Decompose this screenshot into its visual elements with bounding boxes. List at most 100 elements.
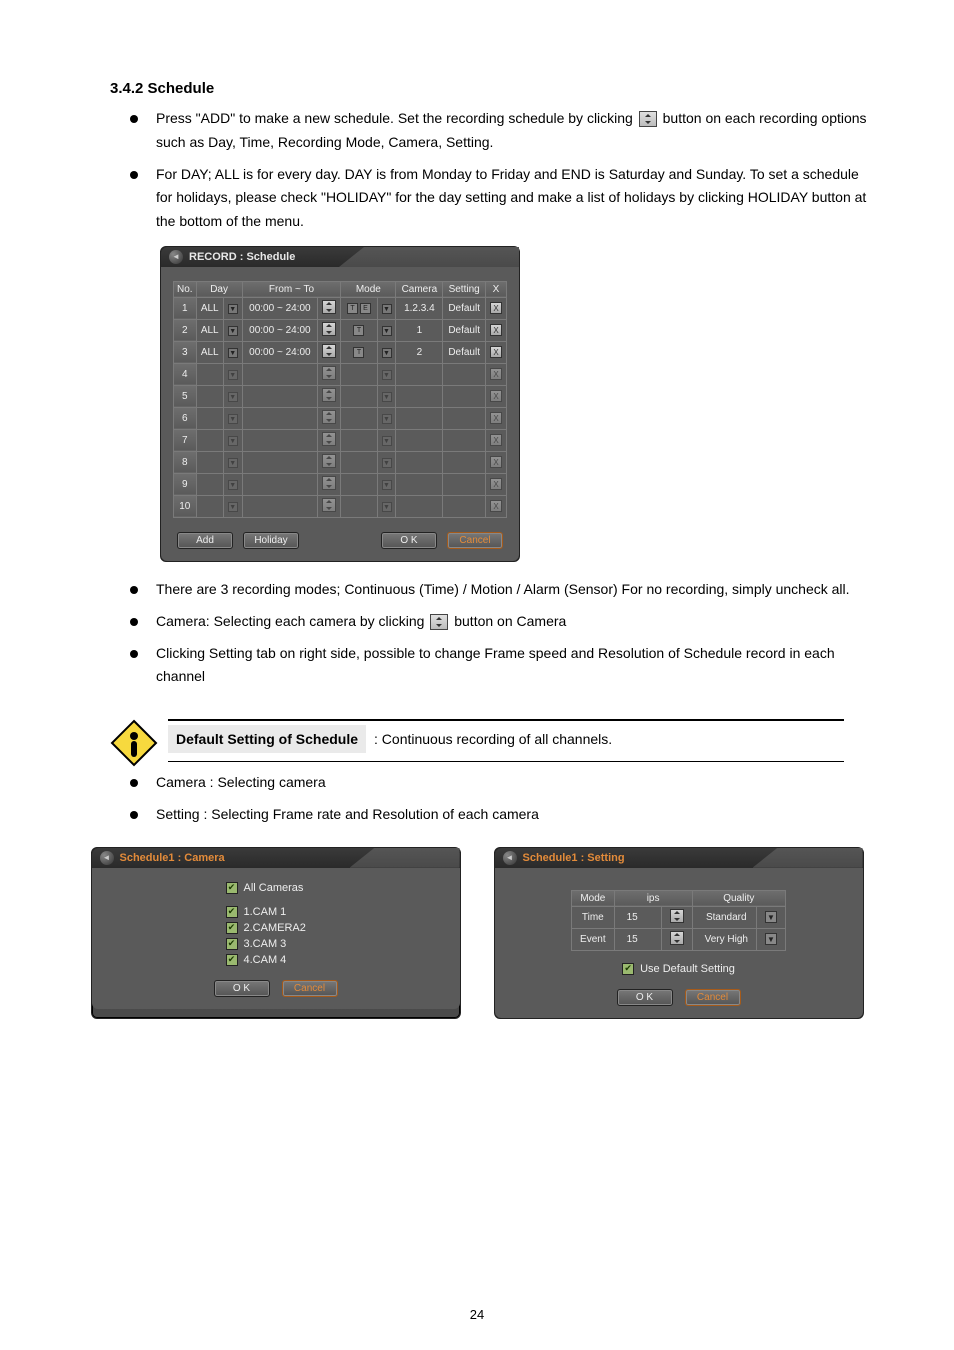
cell-camera[interactable]: 1.2.3.4 [396, 297, 443, 319]
mode-dropdown[interactable]: ▼ [377, 341, 396, 363]
col-no: No. [174, 281, 197, 297]
day-dropdown[interactable]: ▼ [223, 319, 242, 341]
cell-quality[interactable]: Very High [692, 928, 756, 950]
day-dropdown[interactable]: ▼ [223, 341, 242, 363]
note-heading: Default Setting of Schedule [168, 725, 366, 753]
col-mode: Mode [572, 890, 615, 906]
row-delete[interactable]: X [485, 319, 506, 341]
back-icon[interactable]: ◄ [169, 250, 183, 264]
after-item-2: Camera: Selecting each camera by clickin… [130, 610, 874, 634]
camera-checkbox[interactable]: ✔1.CAM 1 [226, 906, 287, 918]
row-no: 6 [174, 407, 197, 429]
cell-fromto[interactable]: 00:00 ~ 24:00 [242, 297, 317, 319]
all-cameras-checkbox[interactable]: ✔ All Cameras [226, 882, 304, 894]
ok-button[interactable]: O K [214, 980, 270, 997]
row-no: 9 [174, 473, 197, 495]
cell-ips[interactable]: 15 [614, 928, 661, 950]
cell-mode[interactable]: T [341, 319, 377, 341]
camera-checkbox[interactable]: ✔ 3.CAM 3 [226, 938, 287, 950]
cell-mode[interactable]: T [341, 341, 377, 363]
row-no: 8 [174, 451, 197, 473]
schedule-title: RECORD : Schedule [189, 251, 295, 263]
note-body: : Continuous recording of all channels. [370, 725, 612, 747]
fromto-spin[interactable] [318, 319, 341, 341]
mode-dropdown[interactable]: ▼ [377, 319, 396, 341]
holiday-button[interactable]: Holiday [243, 532, 299, 549]
camera-label: 1.CAM 1 [244, 906, 287, 918]
cancel-button[interactable]: Cancel [282, 980, 338, 997]
col-day: Day [196, 281, 242, 297]
bottom-panels: ◄ Schedule1 : Camera ✔ All Cameras ✔1.CA… [80, 835, 874, 1035]
cell-fromto[interactable]: 00:00 ~ 24:00 [242, 319, 317, 341]
camera-checkbox[interactable]: ✔4.CAM 4 [226, 954, 287, 966]
spinner-icon [430, 614, 448, 630]
fromto-spin[interactable] [318, 297, 341, 319]
table-row: Event 15 Very High ▼ [572, 928, 786, 950]
camera-titlebar: ◄ Schedule1 : Camera [92, 848, 460, 868]
ips-spin[interactable] [661, 906, 692, 928]
cell-setting[interactable]: Default [443, 319, 486, 341]
schedule-button-row: Add Holiday O K Cancel [173, 532, 507, 549]
cell-mode: Time [572, 906, 615, 928]
cell-camera[interactable]: 1 [396, 319, 443, 341]
col-fromto: From ~ To [242, 281, 341, 297]
setting-title: Schedule1 : Setting [523, 852, 625, 864]
fromto-spin[interactable] [318, 341, 341, 363]
table-row: 2 ALL ▼ 00:00 ~ 24:00 T ▼ 1 Default X [174, 319, 507, 341]
spinner-icon [639, 111, 657, 127]
checkbox-icon: ✔ [226, 954, 238, 966]
warning-icon [110, 719, 158, 767]
camera-label: 3.CAM 3 [244, 938, 287, 950]
col-quality: Quality [692, 890, 785, 906]
cell-quality[interactable]: Standard [692, 906, 756, 928]
checkbox-icon: ✔ [622, 963, 634, 975]
cell-day[interactable]: ALL [196, 297, 223, 319]
camera-checkbox[interactable]: ✔2.CAMERA2 [226, 922, 306, 934]
col-mode: Mode [341, 281, 396, 297]
row-no: 10 [174, 495, 197, 517]
ok-button[interactable]: O K [617, 989, 673, 1006]
back-icon[interactable]: ◄ [100, 851, 114, 865]
schedule-panel: ◄ RECORD : Schedule No. Day From ~ To Mo… [160, 246, 520, 562]
cell-fromto[interactable]: 00:00 ~ 24:00 [242, 341, 317, 363]
intro-item-2: For DAY; ALL is for every day. DAY is fr… [130, 163, 874, 234]
cell-ips[interactable]: 15 [614, 906, 661, 928]
table-row: 5▼▼X [174, 385, 507, 407]
col-ips: ips [614, 890, 692, 906]
cell-setting[interactable]: Default [443, 341, 486, 363]
row-delete[interactable]: X [485, 341, 506, 363]
page-number: 24 [0, 1307, 954, 1322]
row-no: 7 [174, 429, 197, 451]
ips-spin[interactable] [661, 928, 692, 950]
quality-dropdown[interactable]: ▼ [756, 928, 785, 950]
note-block: Default Setting of Schedule : Continuous… [110, 719, 844, 767]
row-no: 2 [174, 319, 197, 341]
checkbox-icon: ✔ [226, 882, 238, 894]
quality-dropdown[interactable]: ▼ [756, 906, 785, 928]
mode-dropdown[interactable]: ▼ [377, 297, 396, 319]
cell-camera[interactable]: 2 [396, 341, 443, 363]
cell-setting[interactable]: Default [443, 297, 486, 319]
row-delete[interactable]: X [485, 297, 506, 319]
row-no: 5 [174, 385, 197, 407]
table-row: 9▼▼X [174, 473, 507, 495]
cancel-button[interactable]: Cancel [447, 532, 503, 549]
checkbox-icon: ✔ [226, 938, 238, 950]
note-item-2: Setting : Selecting Frame rate and Resol… [130, 803, 874, 827]
day-dropdown[interactable]: ▼ [223, 297, 242, 319]
add-button[interactable]: Add [177, 532, 233, 549]
cell-mode[interactable]: TE [341, 297, 377, 319]
ok-button[interactable]: O K [381, 532, 437, 549]
cell-day[interactable]: ALL [196, 319, 223, 341]
back-icon[interactable]: ◄ [503, 851, 517, 865]
col-setting: Setting [443, 281, 486, 297]
row-no: 4 [174, 363, 197, 385]
use-default-checkbox[interactable]: ✔ Use Default Setting [622, 963, 735, 975]
checkbox-icon: ✔ [226, 922, 238, 934]
camera-title: Schedule1 : Camera [120, 852, 225, 864]
cell-day[interactable]: ALL [196, 341, 223, 363]
col-x: X [485, 281, 506, 297]
all-cameras-label: All Cameras [244, 882, 304, 894]
cancel-button[interactable]: Cancel [685, 989, 741, 1006]
row-no: 1 [174, 297, 197, 319]
